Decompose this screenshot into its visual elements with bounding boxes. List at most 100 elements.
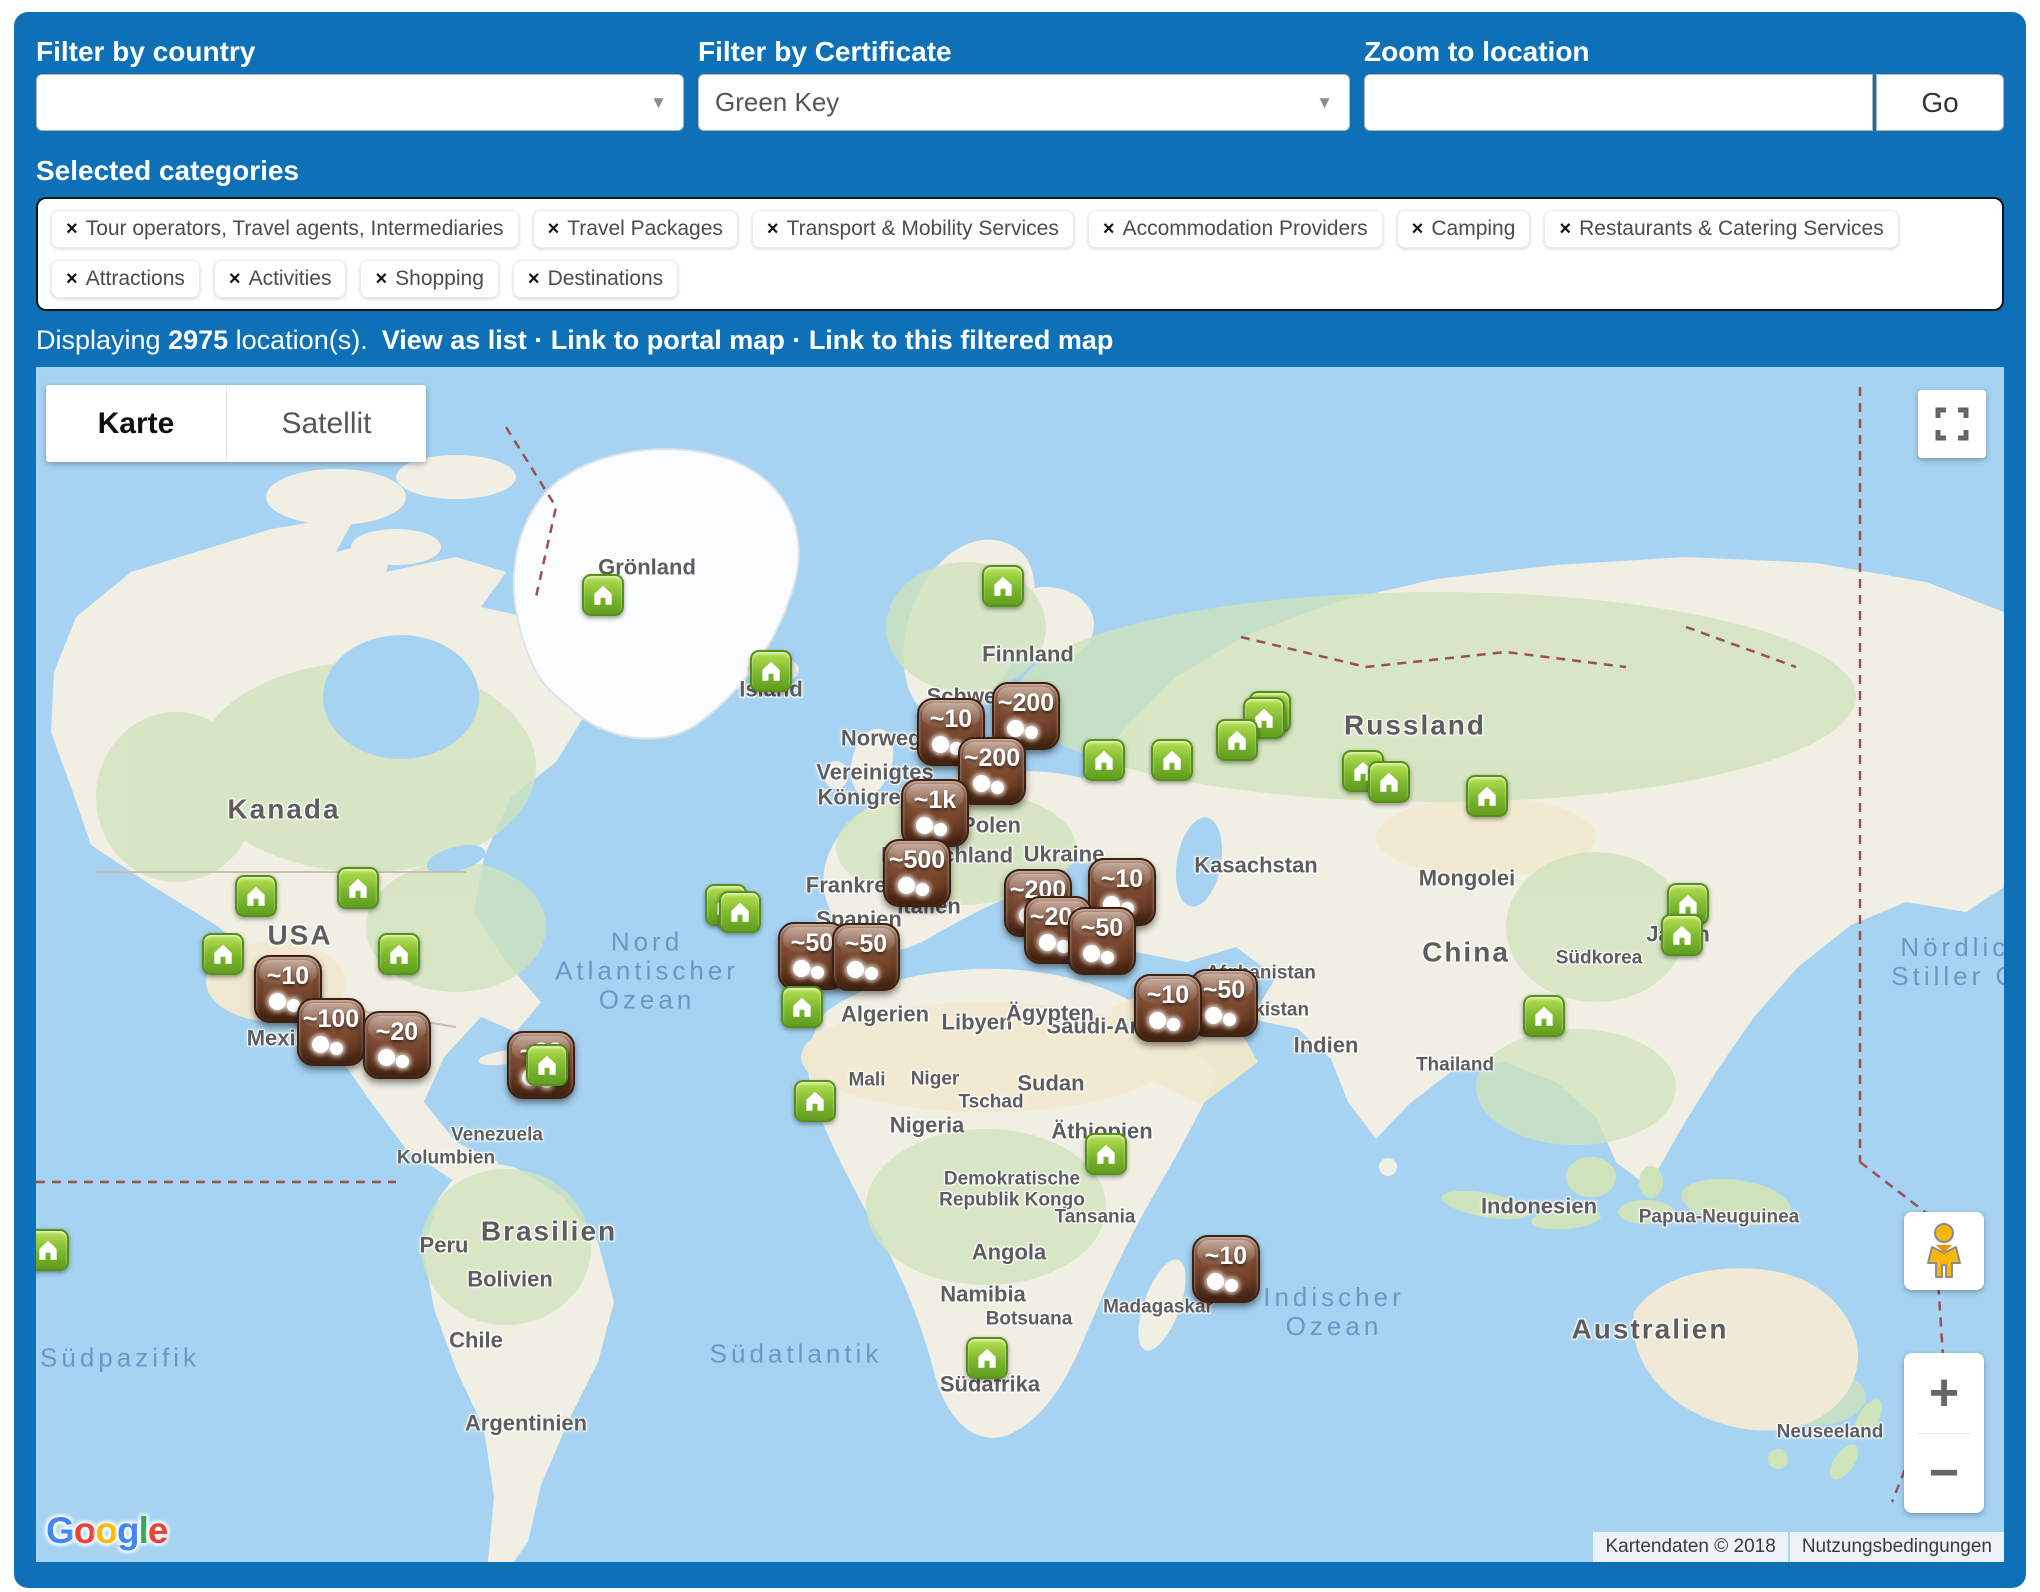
map-label: Ägypten [1006,1002,1094,1027]
zoom-in-button[interactable]: + [1904,1353,1984,1433]
remove-chip-icon[interactable]: × [66,218,78,241]
location-marker[interactable] [1661,914,1703,956]
map-canvas[interactable]: GrönlandIslandKanadaUSAMexikoFinnlandSch… [36,367,2004,1562]
location-marker[interactable] [1085,1133,1127,1175]
remove-chip-icon[interactable]: × [66,268,78,291]
attribution-copyright: Kartendaten © 2018 [1593,1532,1787,1562]
fullscreen-button[interactable] [1918,390,1986,458]
location-marker[interactable] [378,933,420,975]
remove-chip-icon[interactable]: × [767,218,779,241]
cluster-count: ~10 [1194,1242,1258,1271]
map-attribution: Kartendaten © 2018 Nutzungsbedingungen [1593,1532,2004,1562]
cluster-count: ~200 [960,744,1024,773]
remove-chip-icon[interactable]: × [528,268,540,291]
cluster-dots-icon [1225,1279,1238,1292]
category-chip[interactable]: ×Camping [1397,210,1531,248]
location-marker[interactable] [781,986,823,1028]
cluster-marker[interactable]: ~20 [363,1011,431,1079]
cluster-dots-icon [1205,1007,1222,1024]
category-chip-label: Tour operators, Travel agents, Intermedi… [86,217,504,241]
remove-chip-icon[interactable]: × [1103,218,1115,241]
remove-chip-icon[interactable]: × [229,268,241,291]
location-marker[interactable] [1083,739,1125,781]
house-icon [386,941,412,967]
location-marker[interactable] [719,891,761,933]
cluster-marker[interactable]: ~10 [1134,974,1202,1042]
category-chip-label: Attractions [86,267,185,291]
location-marker[interactable] [337,867,379,909]
house-icon [758,658,784,684]
location-marker[interactable] [526,1044,568,1086]
cluster-marker[interactable]: ~1k [901,779,969,847]
cluster-count: ~10 [919,705,983,734]
cluster-dots-icon [396,1055,409,1068]
cluster-marker[interactable]: ~50 [832,923,900,991]
filter-panel: Filter by country ▼ Filter by Certificat… [14,12,2026,1588]
certificate-select[interactable]: Green Key ▼ [698,74,1350,131]
cluster-dots-icon [1101,951,1114,964]
status-link[interactable]: View as list [382,325,527,355]
location-marker[interactable] [202,933,244,975]
status-bar: Displaying 2975 location(s). View as lis… [36,321,2004,359]
map-label: Mali [849,1069,886,1090]
google-logo-letter: o [74,1510,96,1551]
marker-layer: GrönlandIslandKanadaUSAMexikoFinnlandSch… [36,367,2004,1562]
category-chip[interactable]: ×Travel Packages [533,210,738,248]
category-chip[interactable]: ×Destinations [513,260,678,298]
attribution-terms-link[interactable]: Nutzungsbedingungen [1790,1532,2004,1562]
cluster-marker[interactable]: ~100 [297,998,365,1066]
location-marker[interactable] [36,1229,69,1271]
category-chip[interactable]: × Shopping [360,260,498,298]
category-chip-label: Shopping [395,267,484,291]
location-marker[interactable] [966,1337,1008,1379]
house-icon [1091,747,1117,773]
water-label: Südatlantik [710,1339,883,1368]
map-label: Indonesien [1481,1195,1597,1220]
location-marker[interactable] [1216,719,1258,761]
house-icon [727,899,753,925]
category-chip[interactable]: × Attractions [51,260,200,298]
cluster-dots-icon [916,817,933,834]
go-button[interactable]: Go [1876,74,2004,131]
pegman-button[interactable] [1904,1212,1984,1290]
category-chip[interactable]: × Tour operators, Travel agents, Intermed… [51,210,519,248]
map-type-karte[interactable]: Karte [46,385,226,462]
cluster-marker[interactable]: ~500 [883,839,951,907]
chevron-down-icon: ▼ [650,93,667,113]
remove-chip-icon[interactable]: × [548,218,560,241]
map-label: Australien [1572,1313,1729,1344]
remove-chip-icon[interactable]: × [1559,218,1571,241]
remove-chip-icon[interactable]: × [375,268,387,291]
status-link[interactable]: Link to portal map [551,325,785,355]
location-marker[interactable] [794,1080,836,1122]
location-marker[interactable] [982,565,1024,607]
cluster-marker[interactable]: ~50 [1068,907,1136,975]
location-marker[interactable] [1151,739,1193,781]
location-marker[interactable] [750,650,792,692]
location-marker[interactable] [1368,761,1410,803]
category-chip[interactable]: ×Restaurants & Catering Services [1544,210,1898,248]
cluster-dots-icon [847,961,864,978]
location-marker[interactable] [235,875,277,917]
category-chip[interactable]: ×Accommodation Providers [1088,210,1383,248]
zoom-out-button[interactable]: − [1904,1434,1984,1514]
map-label: Niger [911,1068,960,1089]
zoom-location-input[interactable] [1364,74,1873,131]
remove-chip-icon[interactable]: × [1412,218,1424,241]
category-chip[interactable]: ×Transport & Mobility Services [752,210,1074,248]
category-chip[interactable]: ×Activities [214,260,347,298]
map-label: Papua-Neuguinea [1639,1206,1799,1227]
cluster-marker[interactable]: ~10 [1192,1235,1260,1303]
map-label: Tansania [1055,1206,1136,1227]
cluster-dots-icon [991,781,1004,794]
country-select[interactable]: ▼ [36,74,684,131]
location-marker[interactable] [1466,775,1508,817]
location-marker[interactable] [1523,995,1565,1037]
google-logo-letter: g [117,1510,139,1551]
selected-categories-label: Selected categories [36,155,2004,191]
cluster-dots-icon [916,883,929,896]
location-marker[interactable] [582,574,624,616]
status-link[interactable]: Link to this filtered map [809,325,1114,355]
map-type-satellit[interactable]: Satellit [226,385,426,462]
status-links: View as list · Link to portal map · Link… [382,325,1114,356]
